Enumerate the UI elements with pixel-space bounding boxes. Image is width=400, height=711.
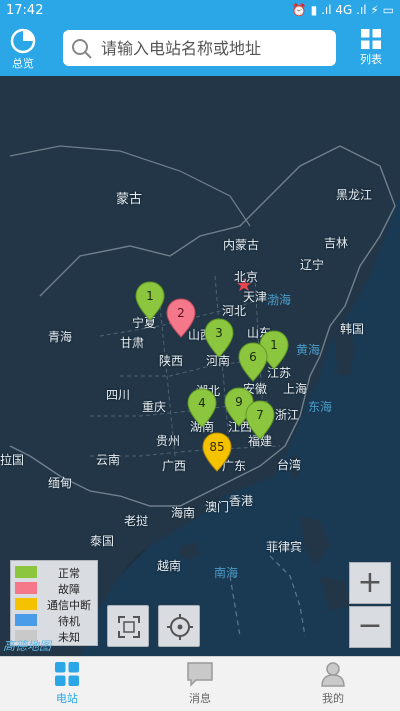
marker-count: 6 — [249, 350, 257, 364]
marker-count: 85 — [209, 440, 225, 454]
map-label: 河北 — [222, 304, 247, 318]
map-label: 陕西 — [159, 354, 184, 368]
search-input[interactable] — [101, 37, 329, 59]
status-icons: ⏰ ▮ .ıl 4G .ıl ⚡ ▭ — [291, 3, 394, 17]
map-label: 海南 — [171, 506, 196, 520]
status-legend: 正常 故障 通信中断 待机 未知 — [10, 560, 98, 646]
locate-button[interactable] — [158, 605, 200, 647]
search-box[interactable] — [63, 30, 336, 66]
map-label: 泰国 — [90, 534, 115, 548]
map-label: 东海 — [308, 400, 333, 414]
map-label: 北京 — [234, 270, 259, 284]
crosshair-icon — [167, 614, 193, 640]
map-label: 浙江 — [275, 408, 300, 422]
map-label: 黄海 — [296, 343, 321, 357]
list-label: 列表 — [360, 53, 382, 66]
status-bar: 17:42 ⏰ ▮ .ıl 4G .ıl ⚡ ▭ — [0, 0, 400, 22]
map-label: 越南 — [157, 559, 182, 573]
nav-item-profile[interactable]: 我的 — [293, 661, 373, 709]
station-marker[interactable]: 85 — [202, 432, 232, 472]
zoom-out-button[interactable]: − — [349, 606, 391, 648]
nav-item-messages[interactable]: 消息 — [160, 661, 240, 709]
map-label: 老挝 — [124, 514, 149, 528]
legend-swatch — [15, 598, 37, 610]
map-label: 辽宁 — [300, 258, 325, 272]
grid-icon — [55, 662, 79, 686]
bottom-nav: 电站 消息 我的 — [0, 656, 400, 711]
station-marker[interactable]: 1 — [135, 281, 165, 321]
search-icon — [72, 39, 92, 59]
marker-count: 3 — [215, 326, 223, 340]
overview-button[interactable]: 总览 — [8, 28, 38, 72]
map-label: 内蒙古 — [223, 238, 260, 252]
map-provider-logo: 高德地图 — [3, 639, 52, 653]
map-label: 南海 — [214, 566, 239, 580]
legend-swatch — [15, 582, 37, 594]
nav-label: 电站 — [56, 692, 78, 705]
map-label: 澳门 — [205, 500, 230, 514]
map-label: 上海 — [283, 382, 308, 396]
map-label: 广西 — [162, 459, 187, 473]
marker-count: 7 — [256, 408, 264, 422]
map-label: 吉林 — [324, 236, 349, 250]
map-label: 甘肃 — [120, 336, 145, 350]
list-button[interactable]: 列表 — [356, 28, 386, 72]
station-marker[interactable]: 4 — [187, 388, 217, 428]
map-label: 重庆 — [142, 400, 167, 414]
legend-swatch — [15, 614, 37, 626]
map-label: 黑龙江 — [336, 188, 373, 202]
legend-label: 通信中断 — [47, 599, 91, 612]
map-label: 天津 — [243, 290, 268, 304]
nav-label: 消息 — [189, 692, 211, 705]
station-marker[interactable]: 3 — [204, 318, 234, 358]
map-label: 菲律宾 — [266, 540, 303, 554]
map-label: 缅甸 — [48, 476, 73, 490]
map-label: 蒙古 — [116, 192, 143, 207]
message-icon — [187, 662, 213, 687]
user-icon — [321, 662, 345, 687]
map-label: 贵州 — [156, 434, 181, 448]
overview-label: 总览 — [12, 57, 34, 70]
map-label: 拉国 — [0, 453, 25, 467]
legend-label: 故障 — [58, 583, 80, 596]
marker-count: 1 — [146, 289, 154, 303]
station-marker[interactable]: 2 — [166, 298, 196, 338]
marker-count: 2 — [177, 306, 185, 320]
map-label: 韩国 — [340, 322, 365, 336]
top-bar: 总览 列表 — [0, 22, 400, 76]
map-label: 云南 — [96, 453, 121, 467]
map-label: 台湾 — [277, 458, 302, 472]
status-time: 17:42 — [6, 3, 44, 18]
station-marker[interactable]: 6 — [238, 342, 268, 382]
fullscreen-icon — [118, 616, 140, 638]
legend-swatch — [15, 566, 37, 578]
marker-count: 4 — [198, 396, 206, 410]
map-label: 香港 — [229, 494, 254, 508]
fit-view-button[interactable] — [107, 605, 149, 647]
map-label: 渤海 — [267, 293, 292, 307]
legend-label: 待机 — [58, 615, 80, 628]
nav-item-stations[interactable]: 电站 — [27, 661, 107, 709]
station-marker[interactable]: 7 — [245, 400, 275, 440]
map-label: 青海 — [48, 330, 73, 344]
nav-label: 我的 — [322, 692, 344, 705]
grid-list-icon — [361, 29, 381, 49]
pie-chart-icon — [10, 28, 36, 54]
zoom-in-button[interactable]: + — [349, 562, 391, 604]
legend-label: 正常 — [58, 567, 80, 580]
map-label: 四川 — [106, 388, 131, 402]
